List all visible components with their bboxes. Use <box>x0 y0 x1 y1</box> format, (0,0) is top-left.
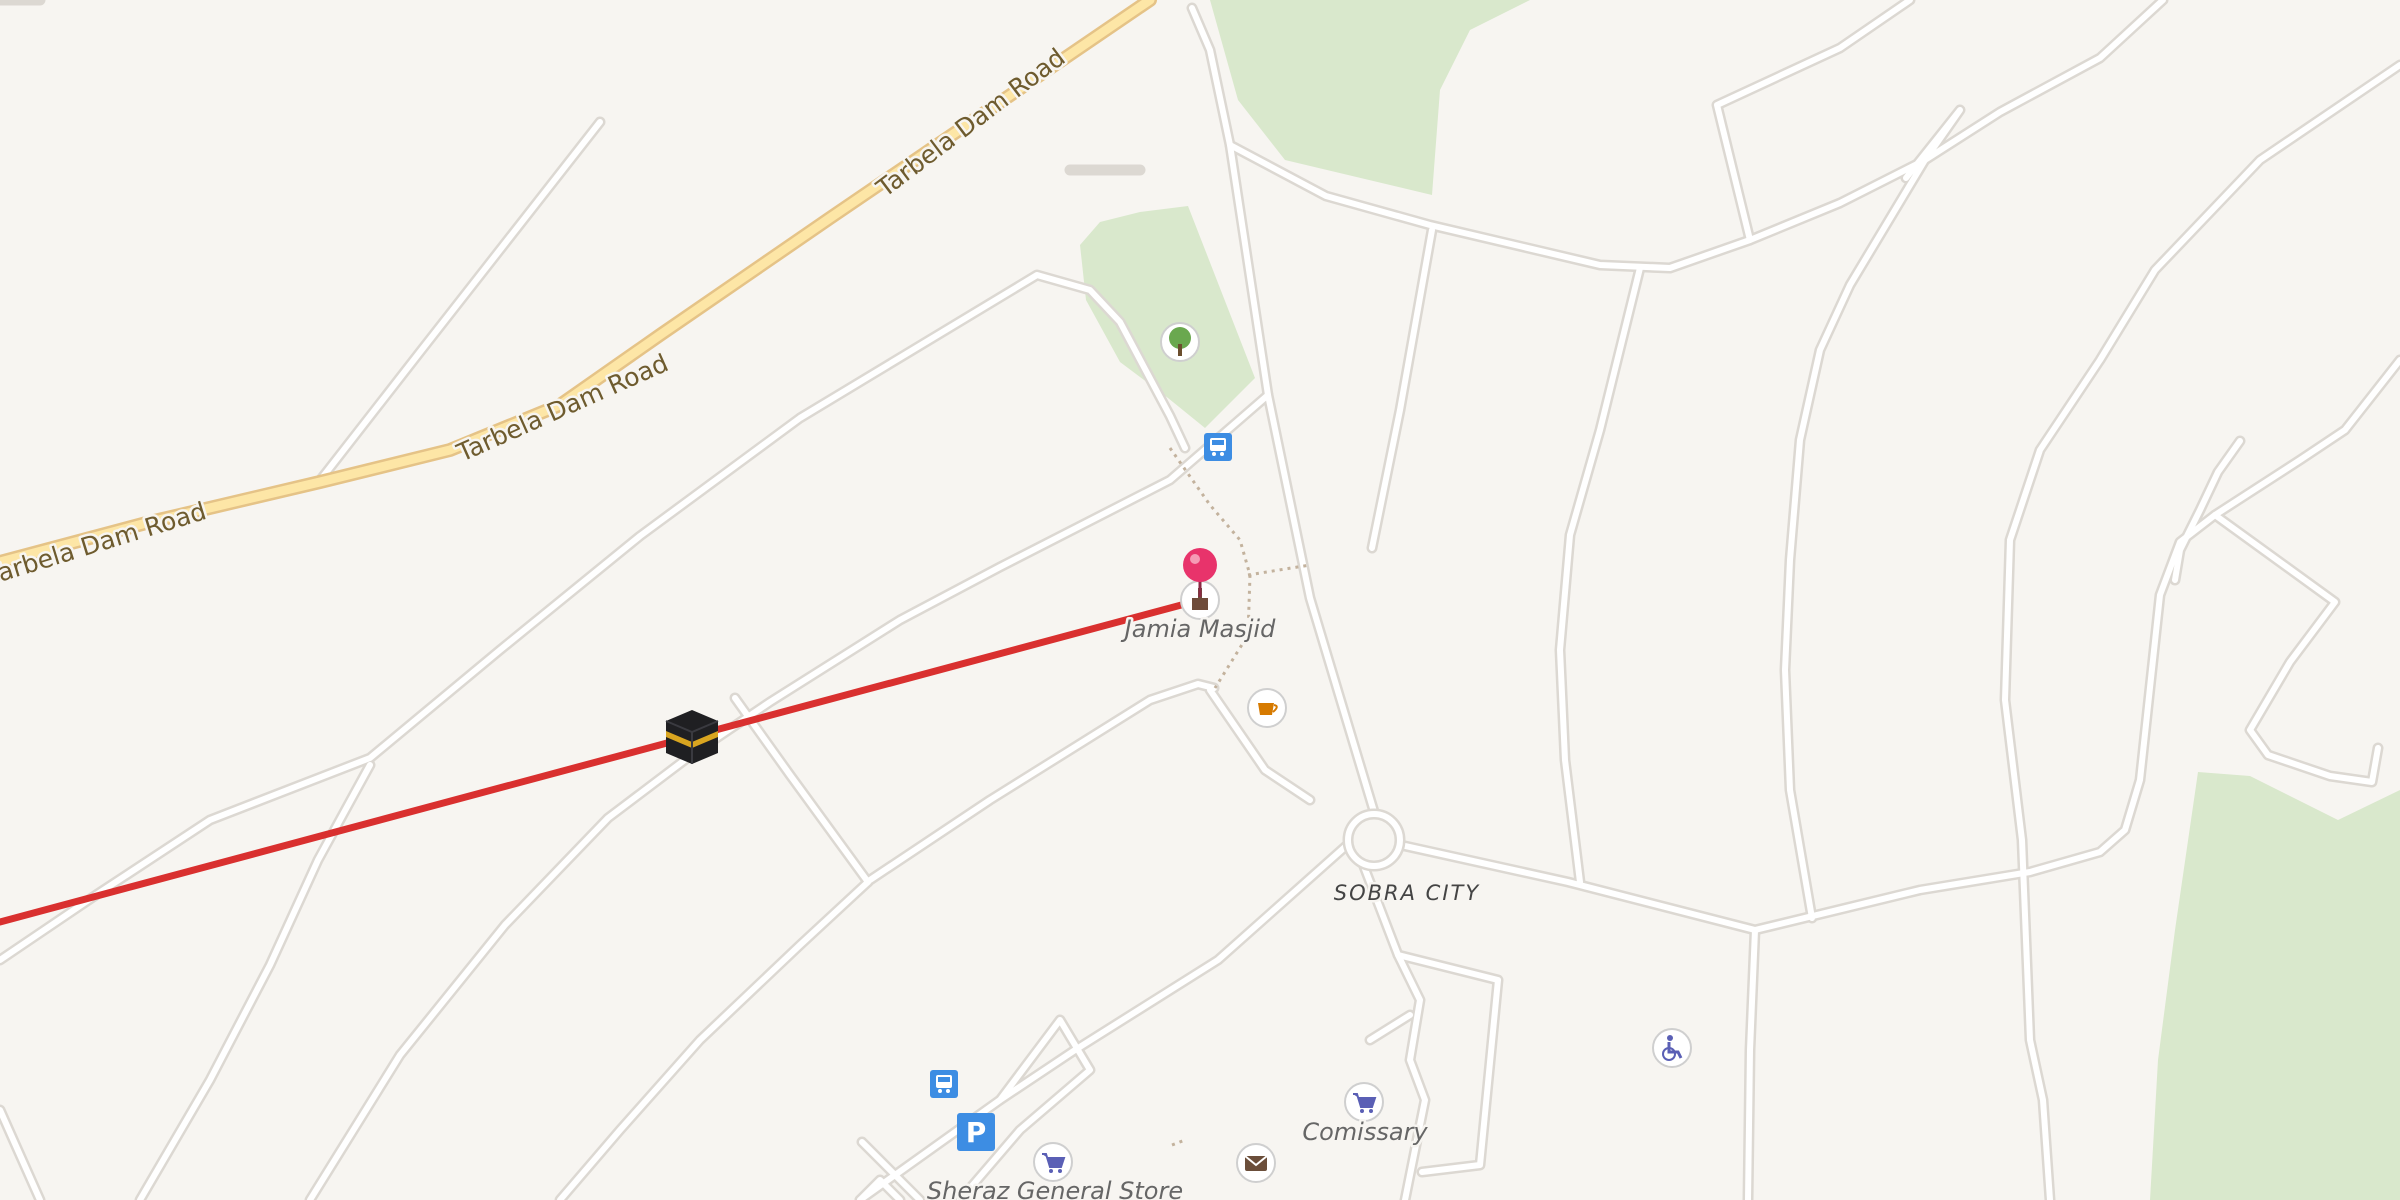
road-label-1: Tarbela Dam Road <box>0 496 210 591</box>
tarbela-dam-road-casing <box>0 0 1157 569</box>
mosque-label: Jamia Masjid <box>1121 615 1276 643</box>
park-area-east <box>2150 772 2400 1200</box>
area-label: SOBRA CITY <box>1334 881 1481 905</box>
road-label-2: Tarbela Dam Road <box>452 348 673 468</box>
qibla-direction-line <box>0 596 1204 926</box>
cafe-icon[interactable] <box>1247 688 1287 728</box>
bus-stop-icon[interactable] <box>1204 433 1232 461</box>
road-label-3: Tarbela Dam Road <box>870 43 1070 204</box>
park-area-small <box>1080 206 1255 428</box>
shopping-cart-icon[interactable] <box>1344 1082 1384 1122</box>
tree-icon[interactable] <box>1160 322 1200 362</box>
bus-stop-icon[interactable] <box>930 1070 958 1098</box>
sheraz-store-label: Sheraz General Store <box>927 1177 1183 1200</box>
parking-icon[interactable]: P <box>957 1113 995 1151</box>
post-office-icon[interactable] <box>1236 1143 1276 1183</box>
comissary-label: Comissary <box>1302 1118 1428 1146</box>
wheelchair-icon[interactable] <box>1652 1028 1692 1068</box>
shopping-cart-icon[interactable] <box>1033 1142 1073 1182</box>
kaaba-icon[interactable] <box>665 710 719 764</box>
map-canvas[interactable]: Tarbela Dam Road Tarbela Dam Road Tarbel… <box>0 0 2400 1200</box>
tarbela-dam-road[interactable] <box>0 0 1155 567</box>
parking-glyph: P <box>966 1116 987 1149</box>
